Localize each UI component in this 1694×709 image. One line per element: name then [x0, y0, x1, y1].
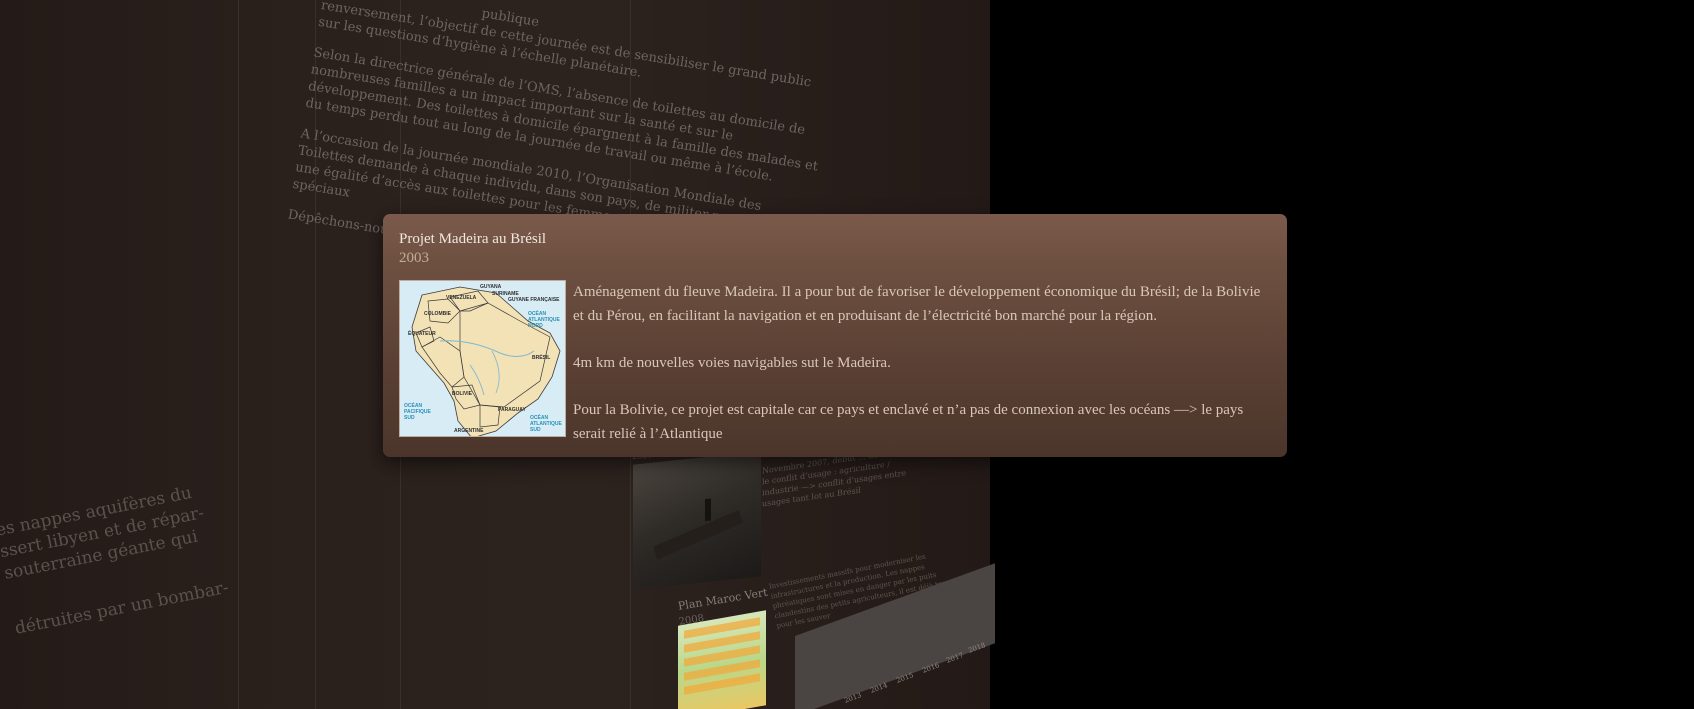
timeline-photo-thumbnail[interactable] — [633, 451, 761, 590]
left-text-block: détruites par un bombar- — [13, 577, 231, 639]
map-label: OCÉAN ATLANTIQUE SUD — [530, 415, 562, 433]
popup-paragraph: 4m km de nouvelles voies navigables sut … — [573, 355, 891, 371]
map-label: GUYANE FRANÇAISE — [508, 297, 560, 303]
popup-paragraph: Aménagement du fleuve Madeira. Il a pour… — [573, 284, 1261, 324]
timeline-year-tick[interactable]: 2017 — [945, 651, 964, 665]
map-label: OCÉAN PACIFIQUE SUD — [404, 403, 431, 421]
event-detail-popup[interactable]: Projet Madeira au Brésil 2003 GUYANA SUR… — [383, 214, 1287, 457]
popup-paragraph: Pour la Bolivie, ce projet est capitale … — [573, 402, 1244, 442]
popup-year: 2003 — [399, 250, 429, 266]
popup-title: Projet Madeira au Brésil — [399, 231, 547, 247]
map-label: OCÉAN ATLANTIQUE NORD — [528, 311, 560, 329]
timeline-poster-thumbnail[interactable] — [678, 610, 766, 709]
map-label: VENEZUELA — [446, 295, 477, 301]
timeline-year-tick[interactable]: 2014 — [869, 681, 888, 695]
map-label: ARGENTINE — [454, 428, 484, 434]
photo-boat-shape — [653, 510, 743, 560]
popup-description: Aménagement du fleuve Madeira. Il a pour… — [573, 280, 1273, 457]
timeline-year-tick[interactable]: 2013 — [843, 691, 862, 705]
map-label: ÉQUATEUR — [408, 331, 436, 337]
timeline-year-tick[interactable]: 2016 — [921, 661, 940, 675]
map-label: COLOMBIE — [424, 311, 451, 317]
photo-figure-shape — [705, 498, 711, 522]
map-label: BOLIVIE — [452, 391, 473, 397]
popup-map-image[interactable]: GUYANA SURINAME GUYANE FRANÇAISE VENEZUE… — [399, 280, 566, 437]
stage: publique renversement, l’objectif de cet… — [0, 0, 1694, 709]
timeline-year-tick[interactable]: 2015 — [895, 671, 914, 685]
map-label: BRÉSIL — [532, 355, 551, 361]
map-label: PARAGUAY — [498, 407, 526, 413]
map-label: GUYANA — [480, 284, 502, 290]
timeline-axis-labels: 2013 2014 2015 2016 2017 2018 — [836, 641, 996, 709]
column-divider — [238, 0, 239, 709]
